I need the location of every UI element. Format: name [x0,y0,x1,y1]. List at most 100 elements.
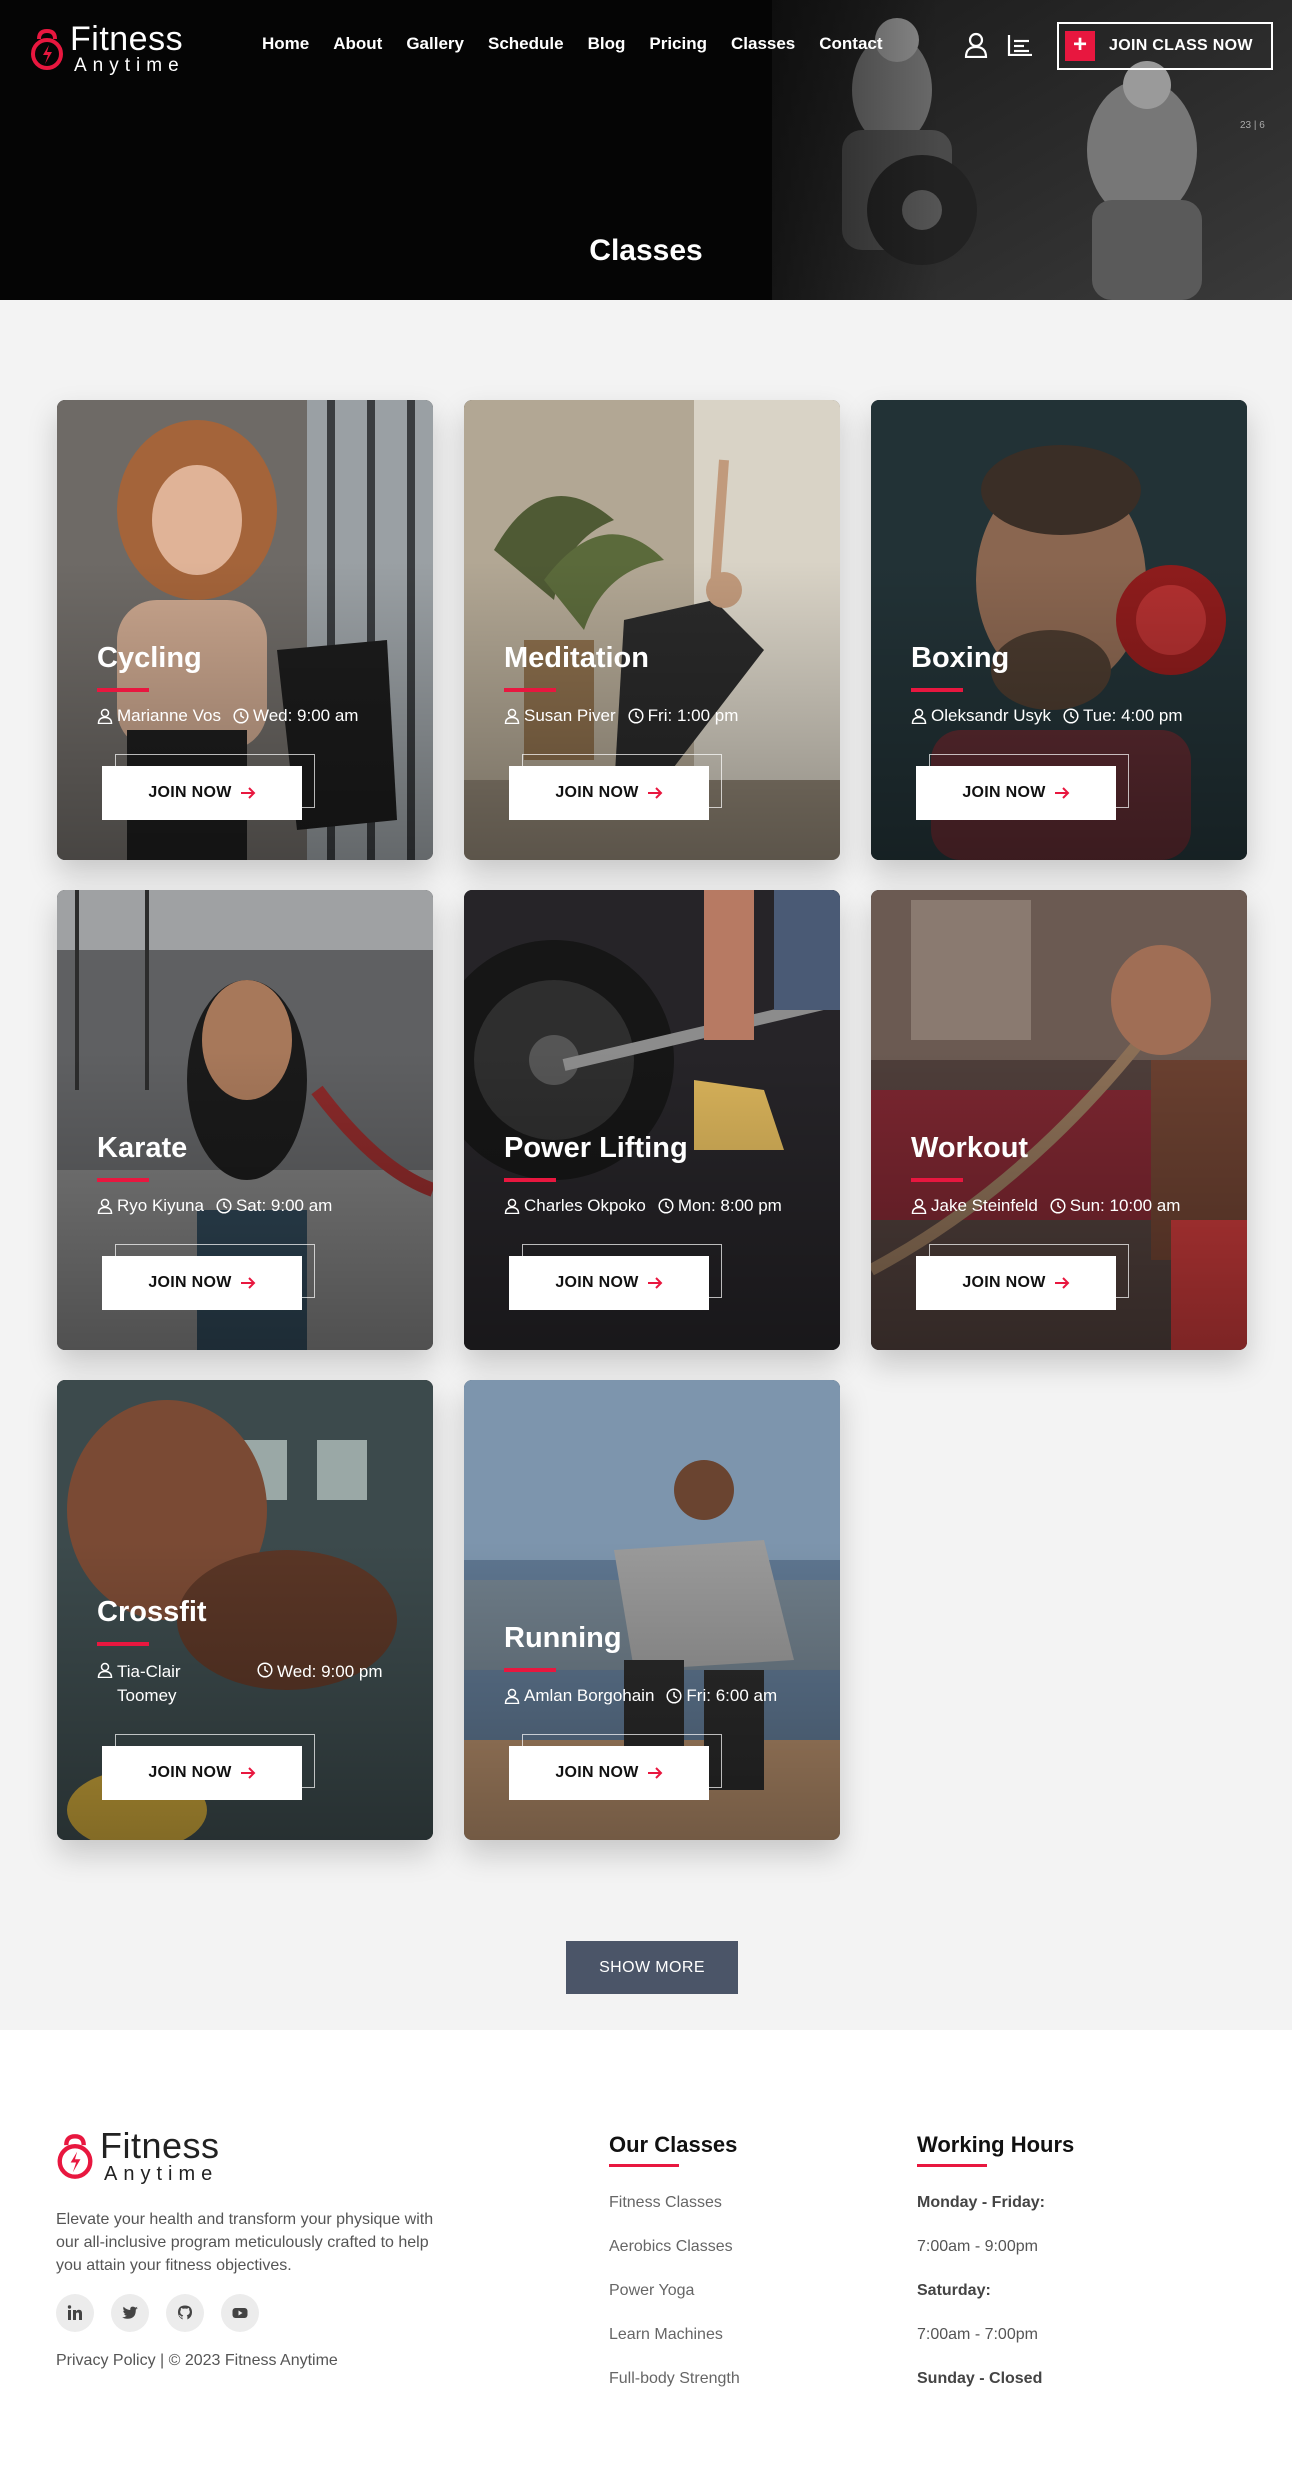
footer-class-link[interactable]: Fitness Classes [609,2181,740,2225]
user-icon [911,708,927,724]
arrow-right-icon [240,787,256,799]
class-time: Mon: 8:00 pm [677,1196,782,1215]
join-now-button[interactable]: JOIN NOW [509,1256,709,1310]
class-trainer: Oleksandr Usyk [931,706,1051,725]
join-now-button[interactable]: JOIN NOW [102,766,302,820]
clock-icon [233,708,249,724]
user-icon [97,1662,113,1678]
user-icon [97,1198,113,1214]
class-title: Running [504,1622,622,1654]
kettlebell-logo-icon [31,28,63,70]
nav-contact[interactable]: Contact [819,34,882,54]
youtube-icon [232,2308,248,2318]
class-card-crossfit: Crossfit Tia-Clair Toomey Wed: 9:00 pm J… [57,1380,433,1840]
class-meta: Tia-Clair Toomey Wed: 9:00 pm [97,1660,413,1708]
logo[interactable]: Fitness Anytime [30,22,185,75]
class-card-meditation: Meditation Susan Piver Fri: 1:00 pm JOIN… [464,400,840,860]
nav-classes[interactable]: Classes [731,34,795,54]
class-title: Workout [911,1132,1029,1164]
join-now-label: JOIN NOW [962,1274,1046,1291]
class-card-power-lifting: Power Lifting Charles Okpoko Mon: 8:00 p… [464,890,840,1350]
nav-pricing[interactable]: Pricing [649,34,707,54]
plus-icon: + [1065,31,1095,61]
join-now-button[interactable]: JOIN NOW [509,766,709,820]
join-now-label: JOIN NOW [962,784,1046,801]
join-now-label: JOIN NOW [148,784,232,801]
kettlebell-logo-icon [57,2134,93,2179]
user-icon [504,1688,520,1704]
youtube-button[interactable] [221,2294,259,2332]
join-now-button[interactable]: JOIN NOW [102,1256,302,1310]
join-now-button[interactable]: JOIN NOW [102,1746,302,1800]
title-underline [504,688,556,692]
logo-tagline: Anytime [104,2163,219,2185]
join-now-button[interactable]: JOIN NOW [916,766,1116,820]
class-meta: Ryo Kiyuna Sat: 9:00 am [97,1196,413,1216]
class-time: Fri: 1:00 pm [647,706,739,725]
join-now-button[interactable]: JOIN NOW [916,1256,1116,1310]
nav-about[interactable]: About [333,34,382,54]
slide-counter: 23 | 6 [1240,120,1265,131]
privacy-policy-link[interactable]: Privacy Policy [56,2352,156,2370]
class-time: Tue: 4:00 pm [1082,706,1183,725]
join-now-button[interactable]: JOIN NOW [509,1746,709,1800]
class-trainer: Jake Steinfeld [931,1196,1038,1215]
show-more-button[interactable]: SHOW MORE [566,1941,738,1994]
arrow-right-icon [1054,1277,1070,1289]
clock-icon [628,708,644,724]
nav-blog[interactable]: Blog [588,34,626,54]
class-time: Fri: 6:00 am [686,1686,778,1705]
class-title: Meditation [504,642,649,674]
linkedin-button[interactable] [56,2294,94,2332]
join-now-label: JOIN NOW [555,1274,639,1291]
footer-hours-column: Working Hours Monday - Friday: 7:00am - … [917,2132,1074,2401]
footer-logo[interactable]: Fitness Anytime [56,2128,220,2184]
arrow-right-icon [647,1767,663,1779]
hero-banner: 23 | 6 Classes Fitness Anytime Home Abou… [0,0,1292,300]
hours-day: Monday - Friday: [917,2194,1046,2211]
class-trainer: Amlan Borgohain [524,1686,655,1705]
footer: Fitness Anytime Elevate your health and … [0,2030,1292,2482]
hours-time: 7:00am - 7:00pm [917,2326,1038,2343]
github-button[interactable] [166,2294,204,2332]
arrow-right-icon [647,1277,663,1289]
clock-icon [1050,1198,1066,1214]
title-underline [911,688,963,692]
user-icon [911,1198,927,1214]
join-class-button[interactable]: + JOIN CLASS NOW [1057,22,1273,70]
join-now-label: JOIN NOW [148,1764,232,1781]
title-underline [504,1178,556,1182]
class-meta: Oleksandr Usyk Tue: 4:00 pm [911,706,1227,726]
join-now-label: JOIN NOW [148,1274,232,1291]
arrow-right-icon [647,787,663,799]
navbar: Fitness Anytime Home About Gallery Sched… [0,0,1292,92]
join-now-label: JOIN NOW [555,1764,639,1781]
twitter-icon [122,2306,138,2319]
class-card-boxing: Boxing Oleksandr Usyk Tue: 4:00 pm JOIN … [871,400,1247,860]
nav-schedule[interactable]: Schedule [488,34,564,54]
join-class-label: JOIN CLASS NOW [1109,37,1253,54]
arrow-right-icon [240,1277,256,1289]
twitter-button[interactable] [111,2294,149,2332]
user-icon[interactable] [964,32,988,58]
footer-description: Elevate your health and transform your p… [56,2211,434,2274]
footer-class-link[interactable]: Learn Machines [609,2313,740,2357]
menu-icon[interactable] [1007,34,1033,56]
nav-home[interactable]: Home [262,34,309,54]
footer-class-link[interactable]: Full-body Strength [609,2357,740,2401]
footer-class-link[interactable]: Power Yoga [609,2269,740,2313]
class-card-karate: Karate Ryo Kiyuna Sat: 9:00 am JOIN NOW [57,890,433,1350]
class-title: Cycling [97,642,202,674]
classes-section: Cycling Marianne Vos Wed: 9:00 am JOIN N… [0,300,1292,2030]
social-links [56,2294,259,2332]
heading-underline [609,2164,679,2167]
logo-name: Fitness [70,20,184,58]
clock-icon [257,1662,273,1678]
nav-gallery[interactable]: Gallery [406,34,464,54]
title-underline [97,688,149,692]
class-time: Sun: 10:00 am [1069,1196,1181,1215]
class-time: Sat: 9:00 am [235,1196,333,1215]
logo-name: Fitness [100,2125,220,2166]
footer-class-link[interactable]: Aerobics Classes [609,2225,740,2269]
class-meta: Charles Okpoko Mon: 8:00 pm [504,1196,820,1216]
